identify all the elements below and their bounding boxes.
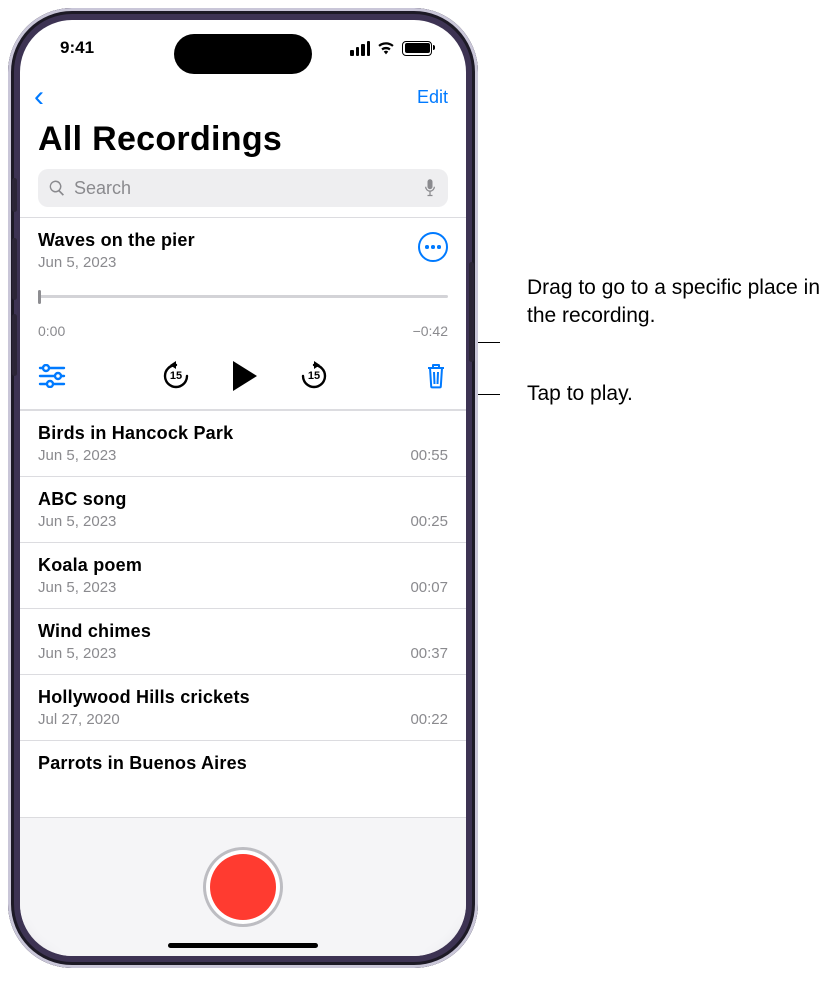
recording-duration: 00:37 [410, 645, 448, 662]
recording-row[interactable]: Birds in Hancock Park Jun 5, 2023 00:55 [20, 410, 466, 476]
page-title: All Recordings [20, 118, 466, 165]
phone-frame: 9:41 ‹ Edit All Recordings Search [8, 8, 478, 968]
recording-title: ABC song [38, 489, 448, 510]
time-remaining: −0:42 [413, 323, 448, 339]
recording-date: Jun 5, 2023 [38, 579, 116, 596]
recording-duration: 00:07 [410, 579, 448, 596]
dynamic-island [174, 34, 312, 74]
phone-power-button [469, 262, 474, 362]
phone-volume-up [12, 238, 17, 300]
time-elapsed: 0:00 [38, 323, 65, 339]
callout-scrubber-text: Drag to go to a specific place in the re… [527, 274, 827, 330]
status-time: 9:41 [60, 38, 94, 58]
skip-back-15-button[interactable]: 15 [161, 361, 191, 391]
recording-date: Jun 5, 2023 [38, 645, 116, 662]
recording-duration: 00:25 [410, 513, 448, 530]
playback-scrubber[interactable] [38, 293, 448, 311]
play-button[interactable] [233, 361, 257, 391]
recording-title: Waves on the pier [38, 230, 195, 251]
playback-options-button[interactable] [38, 364, 66, 388]
recording-title: Wind chimes [38, 621, 448, 642]
recording-row[interactable]: Hollywood Hills crickets Jul 27, 2020 00… [20, 674, 466, 740]
recording-row[interactable]: Wind chimes Jun 5, 2023 00:37 [20, 608, 466, 674]
phone-volume-down [12, 314, 17, 376]
home-indicator[interactable] [168, 943, 318, 948]
recording-duration: 00:55 [410, 447, 448, 464]
recording-date: Jun 5, 2023 [38, 513, 116, 530]
recording-title: Koala poem [38, 555, 448, 576]
battery-icon [402, 41, 432, 56]
recording-date: Jun 5, 2023 [38, 447, 116, 464]
dictate-icon[interactable] [422, 178, 438, 198]
edit-button[interactable]: Edit [417, 87, 448, 108]
search-placeholder: Search [74, 178, 131, 199]
recording-expanded[interactable]: Waves on the pier Jun 5, 2023 0:00 −0 [20, 217, 466, 410]
recording-row[interactable]: Parrots in Buenos Aires [20, 740, 466, 786]
scrubber-thumb[interactable] [38, 290, 41, 304]
phone-silent-switch [12, 178, 17, 212]
recording-row[interactable]: ABC song Jun 5, 2023 00:25 [20, 476, 466, 542]
back-button[interactable]: ‹ [34, 82, 44, 112]
delete-button[interactable] [424, 362, 448, 390]
recording-duration: 00:22 [410, 711, 448, 728]
callout-play-text: Tap to play. [527, 380, 633, 408]
recording-row[interactable]: Koala poem Jun 5, 2023 00:07 [20, 542, 466, 608]
skip-forward-15-button[interactable]: 15 [299, 361, 329, 391]
more-options-button[interactable] [418, 232, 448, 262]
recording-title: Hollywood Hills crickets [38, 687, 448, 708]
record-button[interactable] [210, 854, 276, 920]
wifi-icon [377, 39, 395, 57]
search-field[interactable]: Search [38, 169, 448, 207]
cellular-icon [350, 41, 370, 56]
recording-title: Birds in Hancock Park [38, 423, 448, 444]
recording-date: Jun 5, 2023 [38, 254, 116, 271]
record-toolbar [20, 817, 466, 956]
recording-title: Parrots in Buenos Aires [38, 753, 448, 774]
search-icon [48, 179, 66, 197]
recording-date: Jul 27, 2020 [38, 711, 120, 728]
